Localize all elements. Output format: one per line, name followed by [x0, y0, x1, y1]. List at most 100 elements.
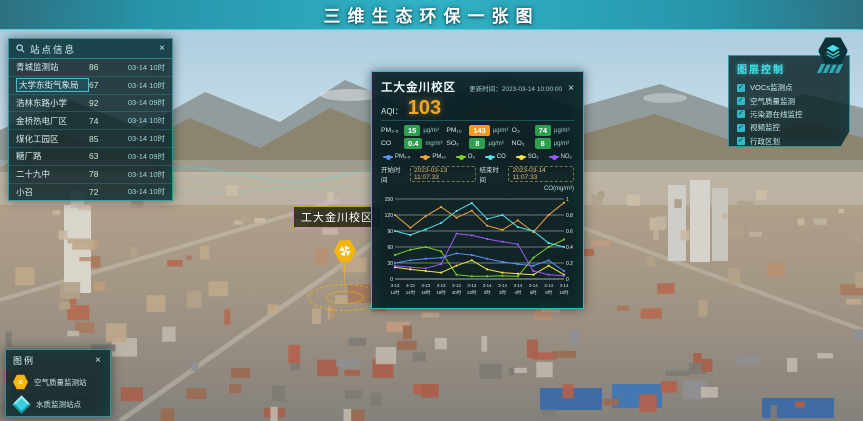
legend-panel-title: 图例	[13, 354, 95, 367]
checkbox-icon[interactable]: ✓	[737, 137, 745, 145]
layer-item[interactable]: ✓污染源在线监控	[737, 108, 841, 121]
right-axis-label: CO(mg/m³)	[381, 186, 574, 192]
chart-legend-item[interactable]: PM₂.₅	[383, 154, 410, 160]
legend-marker-icon	[456, 156, 466, 158]
chart-legend-item[interactable]: O₃	[456, 154, 475, 160]
checkbox-icon[interactable]: ✓	[737, 84, 745, 92]
svg-text:0: 0	[390, 277, 393, 283]
svg-text:120: 120	[385, 213, 394, 219]
station-name: 金桥热电厂区	[16, 115, 89, 127]
svg-text:4时: 4时	[514, 289, 521, 295]
svg-text:0.4: 0.4	[566, 245, 573, 251]
pollutant-cell: O₃74μg/m³	[512, 125, 574, 136]
end-time-input[interactable]: 2023-03-14 11:07:33	[508, 166, 574, 182]
station-name: 煤化工园区	[16, 133, 89, 145]
station-name: 小召	[16, 186, 89, 198]
station-aqi-value: 67	[89, 80, 113, 90]
station-name: 大学东街气象局	[16, 78, 89, 92]
chart-legend-item[interactable]: SO₂	[516, 154, 539, 160]
legend-series-name: O₃	[468, 154, 475, 160]
layer-panel-title: 图层控制	[737, 61, 785, 76]
svg-text:150: 150	[385, 197, 394, 203]
hatch-decoration	[819, 64, 841, 73]
selected-station-map-label[interactable]: 工大金川校区	[293, 206, 381, 228]
checkbox-icon[interactable]: ✓	[737, 124, 745, 132]
station-row[interactable]: 大学东街气象局6703-14 10时	[9, 77, 172, 95]
svg-text:2时: 2时	[499, 289, 506, 295]
pollutant-cell: CO0.4mg/m³	[381, 138, 443, 149]
station-row[interactable]: 煤化工园区8503-14 10时	[9, 130, 172, 148]
station-row[interactable]: 金桥热电厂区7403-14 10时	[9, 112, 172, 130]
close-icon[interactable]: ×	[159, 44, 165, 54]
legend-marker-icon	[549, 156, 559, 158]
pollutant-value-badge: 8	[469, 138, 485, 149]
popup-close-icon[interactable]: ×	[568, 84, 574, 94]
layer-item[interactable]: ✓空气质量监测	[737, 94, 841, 107]
pollutant-unit: mg/m³	[425, 141, 442, 147]
legend-series-name: CO	[497, 154, 506, 160]
legend-item-label: 空气质量监测站	[34, 377, 87, 388]
layer-item-label: VOCs监测点	[750, 82, 793, 93]
svg-text:10时: 10时	[559, 289, 569, 295]
station-row[interactable]: 青城监测站8603-14 10时	[9, 59, 172, 77]
legend-close-icon[interactable]: ×	[95, 356, 103, 366]
layer-item[interactable]: ✓视频监控	[737, 121, 841, 134]
svg-text:3-13: 3-13	[406, 283, 415, 288]
station-row[interactable]: 浩林东路小学9203-14 09时	[9, 95, 172, 113]
layer-control-panel: 图层控制 ✓VOCs监测点✓空气质量监测✓污染源在线监控✓视频监控✓行政区划	[728, 55, 850, 147]
station-update-time: 03-14 10时	[113, 186, 165, 197]
checkbox-icon[interactable]: ✓	[737, 110, 745, 118]
svg-text:3-14: 3-14	[483, 283, 492, 288]
map-legend-panel: 图例 × ✕空气质量监测站水质监测站点	[5, 349, 111, 417]
station-panel-header: 站点信息 ×	[9, 39, 172, 59]
svg-text:12时: 12时	[390, 289, 400, 295]
station-update-time: 03-14 10时	[113, 62, 165, 73]
pollutant-label: O₃	[512, 127, 532, 134]
svg-text:22时: 22时	[467, 289, 477, 295]
pollutant-grid: PM₂.₅15μg/m³PM₁₀143 μg/m³O₃74μg/m³ CO0.4mg…	[381, 125, 574, 149]
pollutant-unit: μg/m³	[554, 128, 569, 134]
layer-items: ✓VOCs监测点✓空气质量监测✓污染源在线监控✓视频监控✓行政区划	[737, 81, 841, 148]
pollutant-cell: PM₂.₅15μg/m³	[381, 125, 443, 136]
popup-update-time: 更新时间：2023-03-14 10:00:00	[462, 83, 562, 93]
legend-item: ✕空气质量监测站	[13, 374, 103, 390]
pollutant-value-badge: 6	[535, 138, 551, 149]
header-decoration-right	[711, 24, 863, 31]
station-row[interactable]: 糖厂路6303-14 09时	[9, 148, 172, 166]
svg-text:18时: 18时	[436, 289, 446, 295]
legend-series-name: NO₂	[561, 154, 572, 160]
app-header: 三维生态环保一张图	[0, 0, 863, 30]
station-detail-popup: 工大金川校区 更新时间：2023-03-14 10:00:00 × AQI： 1…	[371, 71, 584, 309]
station-aqi-value: 74	[89, 116, 113, 126]
layer-item[interactable]: ✓ 行政区划	[737, 135, 841, 148]
svg-text:3-13: 3-13	[452, 283, 461, 288]
svg-text:0时: 0时	[484, 289, 491, 295]
end-time-label: 结束时间	[480, 164, 505, 184]
station-update-time: 03-14 09时	[113, 151, 165, 162]
pollutant-label: PM₁₀	[446, 127, 466, 134]
pollutant-value-badge: 143	[469, 125, 490, 136]
pollutant-trend-chart[interactable]: 00300.2600.4900.61200.815013-1312时3-1314…	[381, 193, 577, 305]
station-name: 青城监测站	[16, 61, 89, 73]
layer-item-label: 行政区划	[750, 136, 780, 147]
svg-text:3-14: 3-14	[498, 283, 507, 288]
legend-series-name: SO₂	[528, 154, 539, 160]
chart-legend-item[interactable]: NO₂	[549, 154, 572, 160]
checkbox-icon[interactable]: ✓	[737, 97, 745, 105]
start-time-input[interactable]: 2023-03-13 11:07:33	[410, 166, 476, 182]
chart-legend-item[interactable]: CO	[485, 154, 506, 160]
svg-text:3-13: 3-13	[437, 283, 446, 288]
marker-selection-ring-inner	[326, 291, 364, 304]
station-row[interactable]: 小召7203-14 10时	[9, 184, 172, 202]
svg-text:3-14: 3-14	[560, 283, 569, 288]
chart-legend-item[interactable]: PM₁₀	[420, 154, 446, 160]
pollutant-label: CO	[381, 140, 401, 147]
svg-text:16时: 16时	[421, 289, 431, 295]
time-range-row: 开始时间 2023-03-13 11:07:33 结束时间 2023-03-14…	[381, 164, 574, 184]
svg-text:3-14: 3-14	[529, 283, 538, 288]
station-update-time: 03-14 10时	[113, 133, 165, 144]
svg-text:20时: 20时	[452, 289, 462, 295]
search-icon	[16, 44, 25, 53]
layer-item[interactable]: ✓ VOCs监测点	[737, 81, 841, 94]
station-row[interactable]: 二十九中7803-14 10时	[9, 166, 172, 184]
